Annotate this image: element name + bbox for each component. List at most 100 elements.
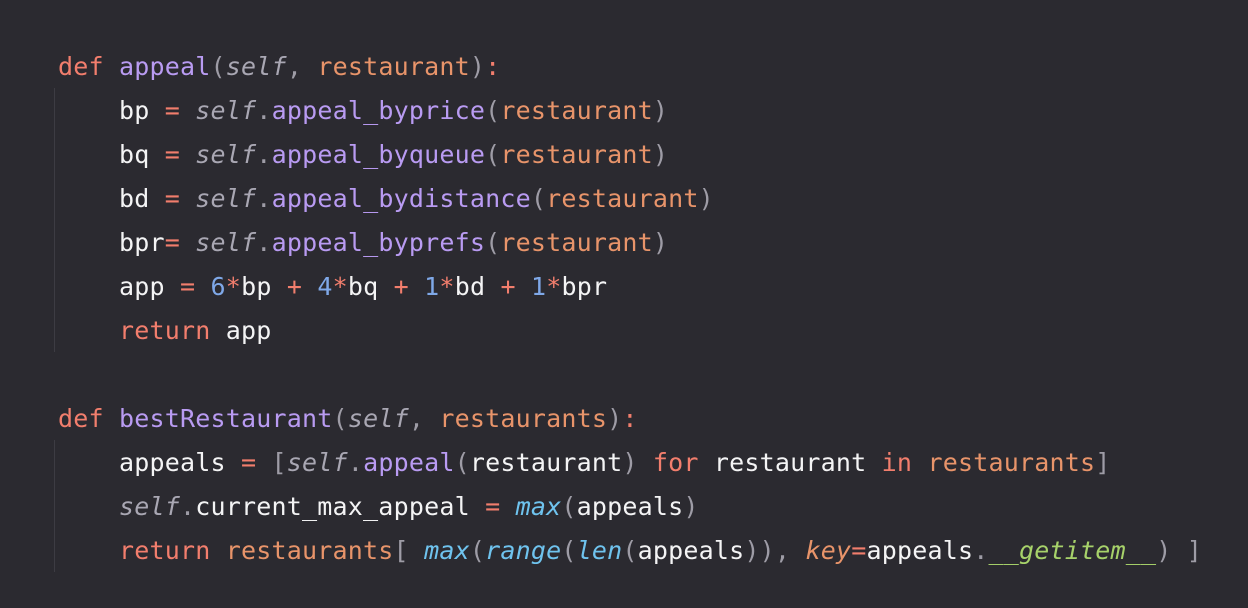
code-token: self — [195, 140, 257, 169]
code-token: self — [195, 184, 257, 213]
code-token: . — [256, 140, 272, 169]
code-token: self — [195, 228, 257, 257]
code-token: appeal_bydistance — [271, 184, 531, 213]
code-line[interactable]: return restaurants[ max(range(len(appeal… — [58, 529, 1202, 573]
code-token: * — [225, 272, 242, 301]
code-token: ) — [652, 96, 669, 125]
code-line[interactable]: self.current_max_appeal = max(appeals) — [58, 485, 699, 529]
code-token: = — [164, 96, 196, 125]
code-token: bpr — [561, 272, 608, 301]
code-token: = — [485, 492, 516, 521]
code-token: restaurant — [713, 448, 882, 477]
code-token: = — [164, 228, 196, 257]
code-token: bestRestaurant — [119, 404, 333, 433]
code-token: def — [58, 404, 120, 433]
code-token: ( — [485, 140, 501, 169]
code-token: restaurant — [317, 52, 470, 81]
code-token: ( — [561, 536, 577, 565]
code-token: max — [424, 536, 470, 565]
code-token: return — [119, 316, 226, 345]
code-token: ( — [210, 52, 226, 81]
code-token: appeals — [58, 448, 242, 477]
code-token: appeals — [576, 492, 684, 521]
code-token: appeal_byprice — [271, 96, 486, 125]
code-token: = — [164, 140, 196, 169]
code-token: . — [256, 184, 272, 213]
code-token: ) — [469, 52, 486, 81]
code-token: restaurants — [439, 404, 608, 433]
code-token: * — [332, 272, 348, 301]
code-line[interactable]: return app — [58, 309, 272, 353]
code-token: self — [347, 404, 409, 433]
code-line[interactable]: bd = self.appeal_bydistance(restaurant) — [58, 177, 714, 221]
code-line[interactable]: bpr= self.appeal_byprefs(restaurant) — [58, 221, 668, 265]
code-token: key — [805, 536, 852, 565]
code-token: 6 — [210, 272, 226, 301]
code-token: __getitem__ — [988, 536, 1157, 565]
indent-guide-best-restaurant — [54, 440, 55, 572]
code-token: bq — [58, 140, 165, 169]
code-token: bd — [454, 272, 501, 301]
code-line[interactable]: bp = self.appeal_byprice(restaurant) — [58, 89, 668, 133]
code-token: + — [500, 272, 531, 301]
code-token: = — [164, 184, 196, 213]
code-token: app — [58, 272, 181, 301]
code-token: current_max_appeal — [195, 492, 486, 521]
code-token: , — [408, 404, 440, 433]
code-token: . — [180, 492, 196, 521]
code-token: ) — [622, 448, 653, 477]
code-token: appeals — [637, 536, 745, 565]
code-token: appeal — [363, 448, 455, 477]
code-token: ( — [622, 536, 638, 565]
code-token: range — [485, 536, 562, 565]
code-token: ] — [1095, 448, 1111, 477]
code-token: ( — [485, 228, 501, 257]
code-token: bd — [58, 184, 165, 213]
code-token: self — [286, 448, 348, 477]
code-token: appeal — [119, 52, 211, 81]
code-token: appeal_byqueue — [271, 140, 486, 169]
code-token: bpr — [58, 228, 165, 257]
code-token: ) — [683, 492, 699, 521]
code-token: )), — [744, 536, 806, 565]
code-token: . — [973, 536, 989, 565]
indent-guide-appeal — [54, 88, 55, 352]
code-token: restaurants — [927, 448, 1096, 477]
code-token: = — [241, 448, 272, 477]
code-line[interactable]: appeals = [self.appeal(restaurant) for r… — [58, 441, 1110, 485]
code-token: bp — [58, 96, 165, 125]
code-token: restaurants — [225, 536, 394, 565]
code-token: : — [622, 404, 638, 433]
code-token: ) ] — [1156, 536, 1203, 565]
code-token: = — [180, 272, 211, 301]
code-token: . — [256, 96, 272, 125]
code-token: + — [393, 272, 425, 301]
code-token: bq — [347, 272, 394, 301]
code-token: bp — [241, 272, 287, 301]
code-token: restaurant — [546, 184, 699, 213]
code-token: , — [286, 52, 318, 81]
code-token: : — [485, 52, 501, 81]
code-token: self — [119, 492, 181, 521]
code-token: def — [58, 52, 120, 81]
code-token: 1 — [424, 272, 440, 301]
code-token: restaurant — [500, 96, 653, 125]
code-token: + — [286, 272, 318, 301]
code-token: restaurant — [500, 228, 653, 257]
code-token: appeal_byprefs — [271, 228, 486, 257]
code-token: * — [546, 272, 562, 301]
code-token: ( — [530, 184, 547, 213]
code-line[interactable]: bq = self.appeal_byqueue(restaurant) — [58, 133, 668, 177]
code-line[interactable]: def bestRestaurant(self, restaurants): — [58, 397, 638, 441]
code-token: ) — [652, 140, 669, 169]
code-token: return — [119, 536, 226, 565]
code-token: ) — [607, 404, 623, 433]
code-line[interactable]: def appeal(self, restaurant): — [58, 45, 500, 89]
code-token: app — [225, 316, 272, 345]
code-editor[interactable]: def appeal(self, restaurant): bp = self.… — [0, 0, 1248, 608]
code-token: self — [195, 96, 257, 125]
code-line[interactable]: app = 6*bp + 4*bq + 1*bd + 1*bpr — [58, 265, 607, 309]
